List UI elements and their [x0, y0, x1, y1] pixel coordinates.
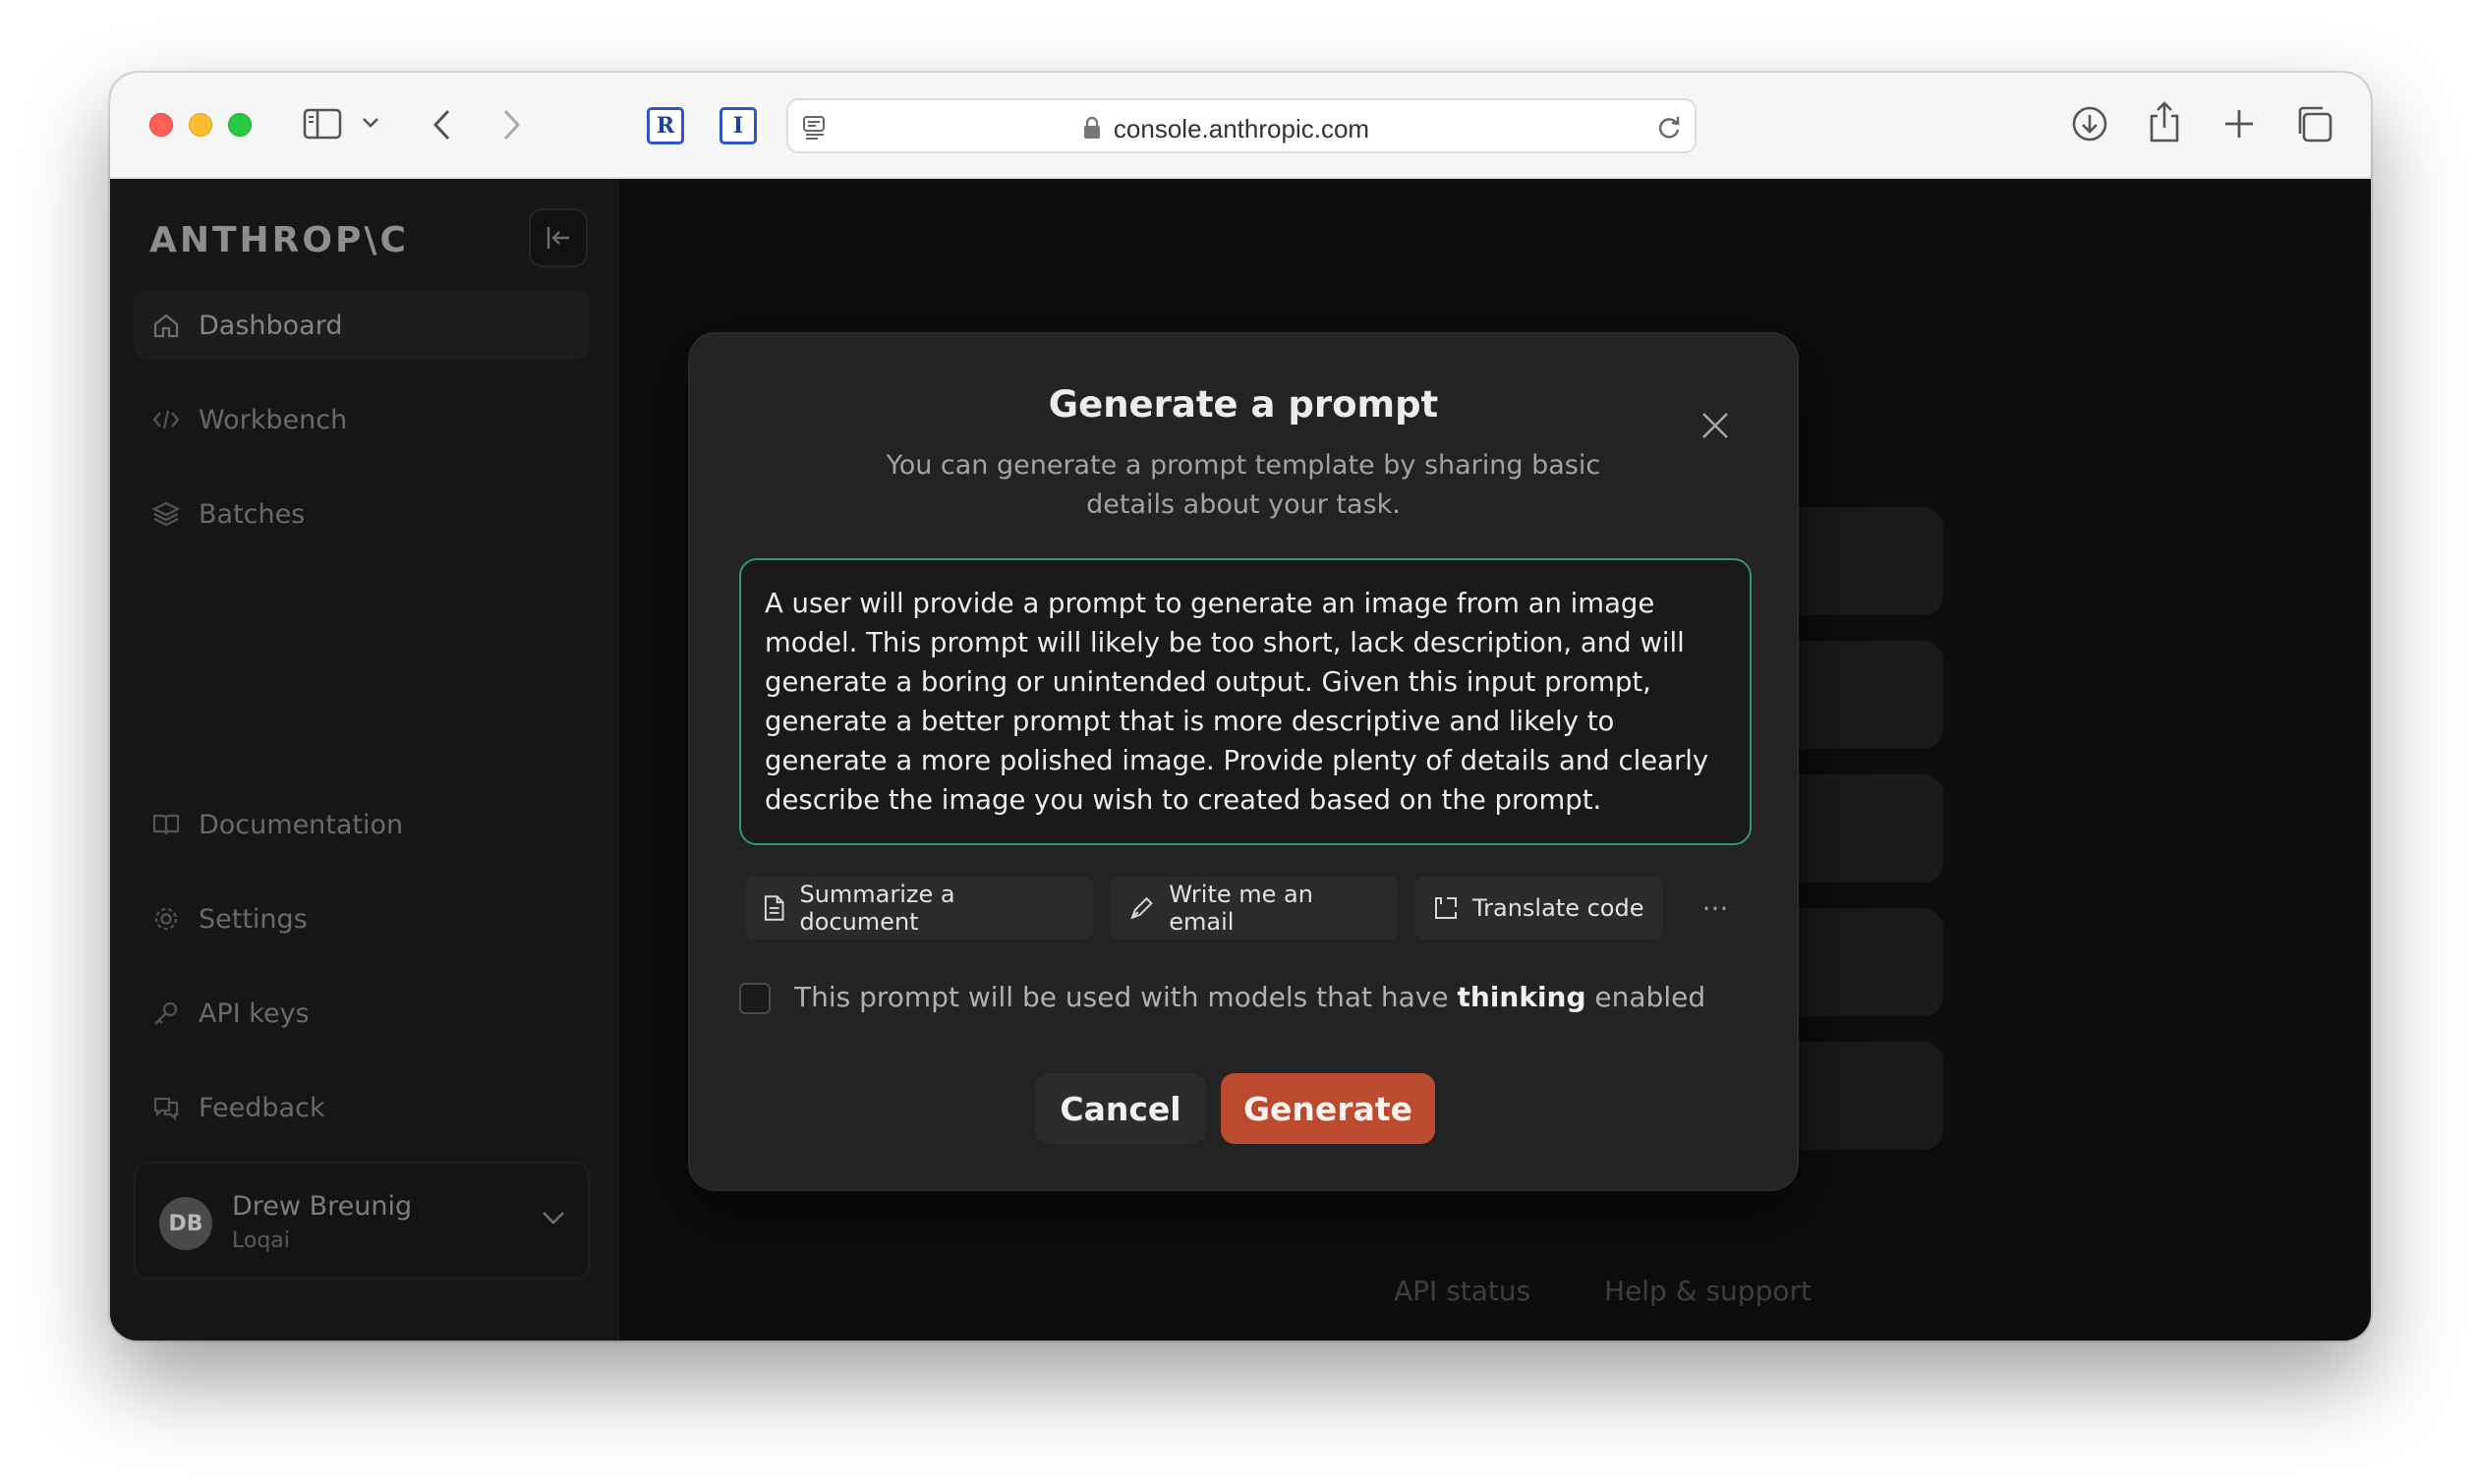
anthropic-logo: ANTHROP\C: [149, 220, 409, 260]
generate-prompt-dialog: Generate a prompt You can generate a pro…: [688, 332, 1799, 1191]
chevron-down-icon: [541, 1209, 566, 1230]
close-window-button[interactable]: [149, 113, 173, 137]
book-icon: [152, 814, 180, 835]
close-icon[interactable]: [1700, 411, 1730, 444]
sidebar-item-batches[interactable]: Batches: [134, 480, 590, 548]
user-name: Drew Breunig: [232, 1191, 413, 1222]
sidebar-item-label: Settings: [199, 903, 308, 935]
sidebar-item-api-keys[interactable]: API keys: [134, 979, 590, 1048]
code-icon: [152, 410, 180, 429]
sidebar-item-label: API keys: [199, 998, 310, 1029]
back-icon[interactable]: [431, 108, 454, 142]
address-bar[interactable]: console.anthropic.com: [786, 98, 1697, 153]
dialog-subtitle: You can generate a prompt template by sh…: [886, 450, 1601, 520]
layers-icon: [151, 501, 181, 527]
share-icon[interactable]: [2147, 100, 2182, 143]
thinking-checkbox[interactable]: [739, 983, 771, 1014]
generate-button[interactable]: Generate: [1221, 1073, 1435, 1144]
chip-label: Summarize a document: [799, 881, 955, 936]
write-email-chip[interactable]: Write me an email: [1111, 877, 1398, 940]
browser-window: R I console.anthropic.com ANTHROP\C Dash…: [110, 73, 2371, 1341]
download-icon[interactable]: [2070, 104, 2109, 143]
cancel-button[interactable]: Cancel: [1036, 1073, 1205, 1144]
new-tab-icon[interactable]: [2221, 106, 2257, 142]
tab-overview-icon[interactable]: [2294, 104, 2333, 143]
extension-i-icon[interactable]: I: [719, 107, 757, 144]
chip-label: Translate code: [1472, 894, 1644, 922]
collapse-icon: [547, 227, 569, 249]
minimize-window-button[interactable]: [189, 113, 212, 137]
chip-label: Write me an email: [1169, 881, 1313, 936]
sidebar-item-settings[interactable]: Settings: [134, 885, 590, 953]
feedback-icon: [153, 1097, 179, 1121]
home-icon: [153, 314, 179, 338]
avatar: DB: [159, 1197, 212, 1250]
sidebar-item-documentation[interactable]: Documentation: [134, 790, 590, 859]
dialog-title: Generate a prompt: [1048, 383, 1439, 426]
sidebar-item-label: Batches: [199, 498, 306, 530]
summarize-document-chip[interactable]: Summarize a document: [745, 877, 1093, 940]
gear-icon: [154, 907, 178, 931]
api-status-link[interactable]: API status: [1394, 1275, 1530, 1307]
sidebar-item-feedback[interactable]: Feedback: [134, 1073, 590, 1142]
thinking-checkbox-label: This prompt will be used with models tha…: [794, 981, 1706, 1013]
zoom-window-button[interactable]: [228, 113, 252, 137]
task-description-input[interactable]: [739, 558, 1752, 845]
translate-code-chip[interactable]: Translate code: [1415, 877, 1663, 940]
sidebar-toggle-icon[interactable]: [303, 108, 342, 140]
sidebar: ANTHROP\C Dashboard Workbench Batches Do…: [110, 179, 619, 1341]
user-menu[interactable]: DB Drew Breunig Loqai: [134, 1162, 590, 1280]
chevron-down-icon[interactable]: [362, 116, 379, 130]
reload-icon[interactable]: [1655, 114, 1683, 145]
url-text: console.anthropic.com: [1113, 114, 1370, 143]
collapse-sidebar-button[interactable]: [529, 208, 588, 267]
help-support-link[interactable]: Help & support: [1604, 1275, 1812, 1307]
sidebar-item-workbench[interactable]: Workbench: [134, 385, 590, 454]
translate-code-icon: [1435, 897, 1457, 919]
pen-icon: [1130, 896, 1153, 920]
sidebar-item-label: Feedback: [199, 1092, 325, 1123]
extension-r-icon[interactable]: R: [647, 107, 684, 144]
more-examples-button[interactable]: ···: [1689, 877, 1742, 940]
sidebar-item-label: Workbench: [199, 404, 348, 435]
sidebar-item-label: Documentation: [199, 809, 404, 840]
sidebar-item-label: Dashboard: [199, 310, 343, 341]
document-icon: [764, 895, 784, 921]
forward-icon[interactable]: [499, 108, 523, 142]
user-org: Loqai: [232, 1228, 290, 1253]
key-icon: [154, 1001, 178, 1025]
sidebar-item-dashboard[interactable]: Dashboard: [134, 291, 590, 360]
browser-toolbar: R I console.anthropic.com: [110, 73, 2371, 179]
